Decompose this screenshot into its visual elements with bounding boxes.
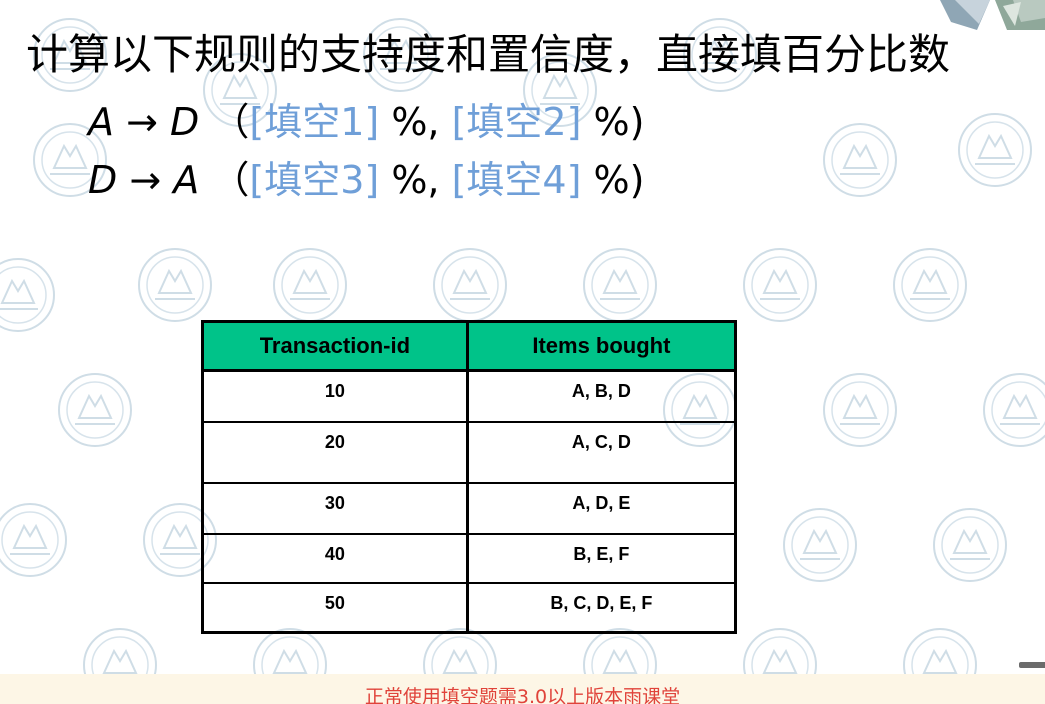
slide-edge-tab (1019, 662, 1045, 668)
table-header-row: Transaction-id Items bought (201, 320, 738, 372)
rule-arrow: → (126, 100, 158, 144)
items-cell: A, C, D (465, 421, 738, 484)
transactions-table: Transaction-id Items bought 10 A, B, D 2… (201, 320, 738, 634)
rule-rhs: A (173, 158, 200, 202)
rule-separator: %, (379, 158, 452, 202)
rule-d-to-a: D → A （[填空3] %, [填空4] %) (88, 158, 644, 204)
rule-separator: %, (379, 100, 452, 144)
items-cell: B, E, F (465, 533, 738, 584)
rule-close: %) (581, 158, 645, 202)
rule-arrow: → (129, 158, 162, 202)
table-row: 20 A, C, D (201, 421, 738, 484)
footer-notice-bar: 正常使用填空题需3.0以上版本雨课堂 (0, 674, 1045, 704)
items-cell: A, D, E (465, 482, 738, 535)
table-row: 30 A, D, E (201, 482, 738, 535)
rule-open-paren: （ (211, 158, 250, 202)
rule-close: %) (581, 100, 645, 144)
transaction-id-cell: 30 (201, 482, 469, 535)
blank-3[interactable]: [填空3] (249, 158, 379, 202)
blank-1[interactable]: [填空1] (249, 100, 379, 144)
transaction-id-cell: 40 (201, 533, 469, 584)
items-cell: A, B, D (465, 369, 738, 423)
table-row: 10 A, B, D (201, 369, 738, 423)
rule-a-to-d: A → D （[填空1] %, [填空2] %) (88, 100, 644, 146)
table-row: 50 B, C, D, E, F (201, 582, 738, 634)
rule-open-paren: （ (211, 100, 250, 144)
transaction-id-cell: 50 (201, 582, 469, 634)
rule-lhs: D (88, 158, 118, 202)
rule-lhs: A (88, 100, 114, 144)
header-items-bought: Items bought (465, 320, 738, 372)
blank-4[interactable]: [填空4] (452, 158, 582, 202)
rule-rhs: D (170, 100, 200, 144)
table-row: 40 B, E, F (201, 533, 738, 584)
items-cell: B, C, D, E, F (465, 582, 738, 634)
question-title: 计算以下规则的支持度和置信度，直接填百分比数 (26, 30, 951, 79)
footer-notice-text: 正常使用填空题需3.0以上版本雨课堂 (364, 686, 681, 704)
transaction-id-cell: 10 (201, 369, 469, 423)
header-transaction-id: Transaction-id (201, 320, 469, 372)
corner-decoration (940, 0, 1045, 30)
transaction-id-cell: 20 (201, 421, 469, 484)
blank-2[interactable]: [填空2] (452, 100, 582, 144)
